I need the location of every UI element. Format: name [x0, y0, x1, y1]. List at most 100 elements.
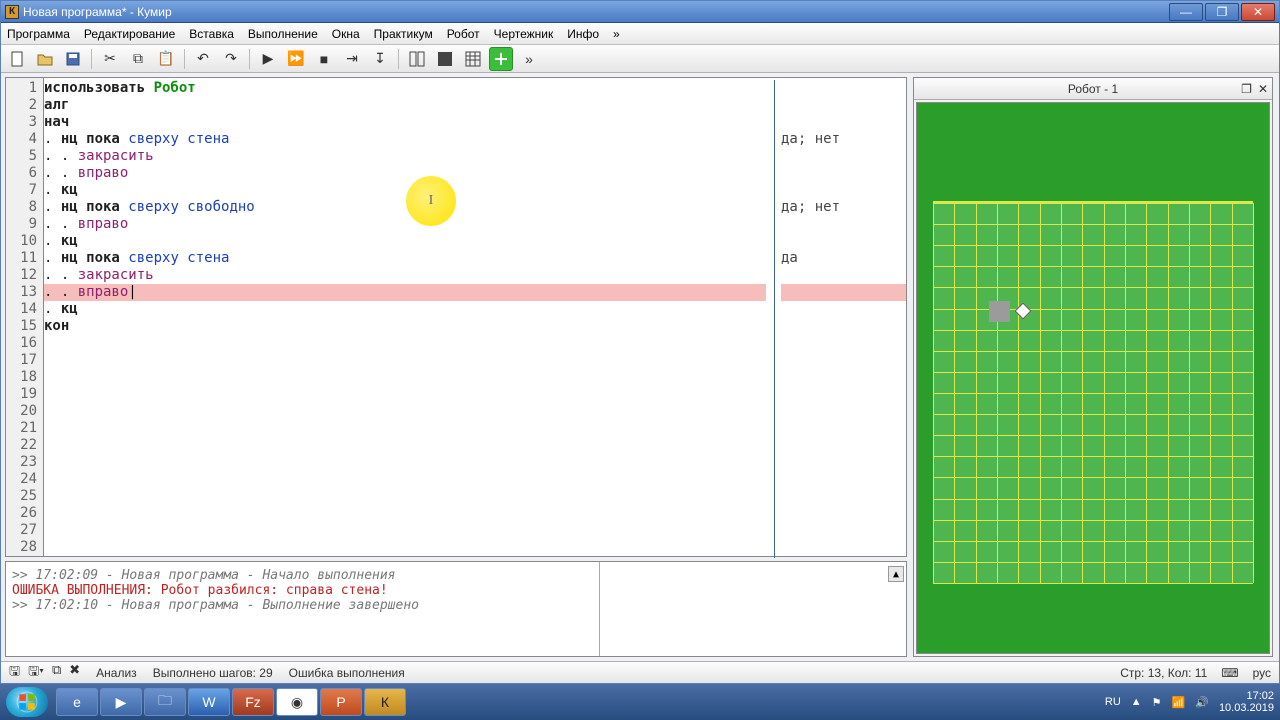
cancel-icon[interactable]: ✖ — [69, 662, 80, 684]
titlebar[interactable]: К Новая программа* - Кумир — ❐ ✕ — [1, 1, 1279, 23]
code-line[interactable]: . нц пока сверху свободно — [44, 199, 766, 216]
code-body[interactable]: использовать Роботалгнач. нц пока сверху… — [44, 80, 766, 556]
code-line[interactable]: . нц пока сверху стена — [44, 131, 766, 148]
tray-clock[interactable]: 17:02 10.03.2019 — [1219, 690, 1274, 714]
code-line[interactable]: . . вправо — [44, 165, 766, 182]
save-file-button[interactable] — [61, 47, 85, 71]
robot-field[interactable] — [916, 102, 1270, 654]
code-line[interactable]: алг — [44, 97, 766, 114]
code-line[interactable] — [44, 352, 766, 369]
maximize-button[interactable]: ❐ — [1205, 3, 1239, 21]
menu-draftsman[interactable]: Чертежник — [494, 27, 554, 41]
code-line[interactable]: . . вправо| — [44, 284, 766, 301]
output-log[interactable]: >> 17:02:09 - Новая программа - Начало в… — [6, 562, 600, 656]
code-line[interactable]: . . вправо — [44, 216, 766, 233]
step-into-button[interactable]: ↧ — [368, 47, 392, 71]
code-line[interactable]: . кц — [44, 182, 766, 199]
layout1-button[interactable] — [405, 47, 429, 71]
code-line[interactable] — [44, 505, 766, 522]
undo-button[interactable]: ↶ — [191, 47, 215, 71]
task-ie[interactable]: e — [56, 688, 98, 716]
menu-info[interactable]: Инфо — [567, 27, 599, 41]
code-line[interactable] — [44, 539, 766, 556]
toolbar-more-button[interactable]: » — [517, 47, 541, 71]
code-line[interactable] — [44, 386, 766, 403]
system-tray[interactable]: RU ▲ ⚑ 📶 🔊 17:02 10.03.2019 — [1105, 690, 1274, 714]
code-line[interactable]: . . закрасить — [44, 148, 766, 165]
robot-panel-title[interactable]: Робот - 1 ❐ ✕ — [914, 78, 1272, 100]
code-line[interactable]: . кц — [44, 301, 766, 318]
tray-volume-icon[interactable]: 🔊 — [1195, 696, 1209, 709]
menu-edit[interactable]: Редактирование — [84, 27, 175, 41]
code-editor[interactable]: 1234567891011121314151617181920212223242… — [5, 77, 907, 557]
robot-close-button[interactable]: ✕ — [1258, 82, 1268, 96]
code-line[interactable]: кон — [44, 318, 766, 335]
windows-taskbar[interactable]: e ▶ 🗀 W Fz ◉ P К RU ▲ ⚑ 📶 🔊 17:02 10.03.… — [0, 684, 1280, 720]
save-icon[interactable]: 🖫 — [9, 662, 20, 684]
status-keyboard-icon[interactable]: ⌨ — [1221, 666, 1238, 680]
redo-button[interactable]: ↷ — [219, 47, 243, 71]
task-filezilla[interactable]: Fz — [232, 688, 274, 716]
copy-icon[interactable]: ⧉ — [52, 662, 61, 684]
run-fast-button[interactable]: ⏩ — [284, 47, 308, 71]
task-kumir[interactable]: К — [364, 688, 406, 716]
code-line[interactable]: . нц пока сверху стена — [44, 250, 766, 267]
start-button[interactable] — [6, 687, 48, 717]
status-lang: рус — [1253, 666, 1271, 680]
task-media[interactable]: ▶ — [100, 688, 142, 716]
code-line[interactable] — [44, 471, 766, 488]
code-line[interactable] — [44, 522, 766, 539]
cut-button[interactable]: ✂ — [98, 47, 122, 71]
code-line[interactable] — [44, 454, 766, 471]
tray-network-icon[interactable]: 📶 — [1172, 696, 1186, 709]
code-line[interactable] — [44, 437, 766, 454]
code-line[interactable]: . . закрасить — [44, 267, 766, 284]
task-explorer[interactable]: 🗀 — [144, 688, 186, 716]
menu-program[interactable]: Программа — [7, 27, 70, 41]
step-button[interactable]: ⇥ — [340, 47, 364, 71]
menu-more[interactable]: » — [613, 27, 620, 41]
task-chrome[interactable]: ◉ — [276, 688, 318, 716]
toolbar-separator — [91, 49, 92, 69]
trace-note — [781, 369, 906, 386]
layout2-button[interactable] — [433, 47, 457, 71]
code-line[interactable]: нач — [44, 114, 766, 131]
run-button[interactable]: ▶ — [256, 47, 280, 71]
task-powerpoint[interactable]: P — [320, 688, 362, 716]
tray-flag-icon[interactable]: ⚑ — [1152, 696, 1162, 709]
tray-lang[interactable]: RU — [1105, 696, 1121, 708]
layout3-button[interactable] — [461, 47, 485, 71]
robot-field-button[interactable] — [489, 47, 513, 71]
menu-windows[interactable]: Окна — [332, 27, 360, 41]
trace-note — [781, 403, 906, 420]
menu-robot[interactable]: Робот — [447, 27, 480, 41]
menu-practicum[interactable]: Практикум — [374, 27, 433, 41]
output-values[interactable]: ▲ — [600, 562, 906, 656]
trace-note — [781, 80, 906, 97]
code-line[interactable] — [44, 420, 766, 437]
menu-insert[interactable]: Вставка — [189, 27, 234, 41]
tray-arrow-icon[interactable]: ▲ — [1131, 696, 1142, 708]
toolbar: ✂ ⧉ 📋 ↶ ↷ ▶ ⏩ ■ ⇥ ↧ » — [1, 45, 1279, 73]
trace-note — [781, 318, 906, 335]
close-button[interactable]: ✕ — [1241, 3, 1275, 21]
paste-button[interactable]: 📋 — [154, 47, 178, 71]
robot-restore-button[interactable]: ❐ — [1241, 82, 1252, 96]
minimize-button[interactable]: — — [1169, 3, 1203, 21]
code-line[interactable]: . кц — [44, 233, 766, 250]
code-line[interactable]: использовать Робот — [44, 80, 766, 97]
trace-note — [781, 471, 906, 488]
save-all-icon[interactable]: 🖫▾ — [28, 662, 44, 684]
code-line[interactable] — [44, 335, 766, 352]
code-line[interactable] — [44, 403, 766, 420]
new-file-button[interactable] — [5, 47, 29, 71]
menu-run[interactable]: Выполнение — [248, 27, 318, 41]
scroll-up-icon[interactable]: ▲ — [888, 566, 904, 582]
code-line[interactable] — [44, 488, 766, 505]
copy-button[interactable]: ⧉ — [126, 47, 150, 71]
task-word[interactable]: W — [188, 688, 230, 716]
stop-button[interactable]: ■ — [312, 47, 336, 71]
code-line[interactable] — [44, 369, 766, 386]
trace-note — [781, 165, 906, 182]
open-file-button[interactable] — [33, 47, 57, 71]
